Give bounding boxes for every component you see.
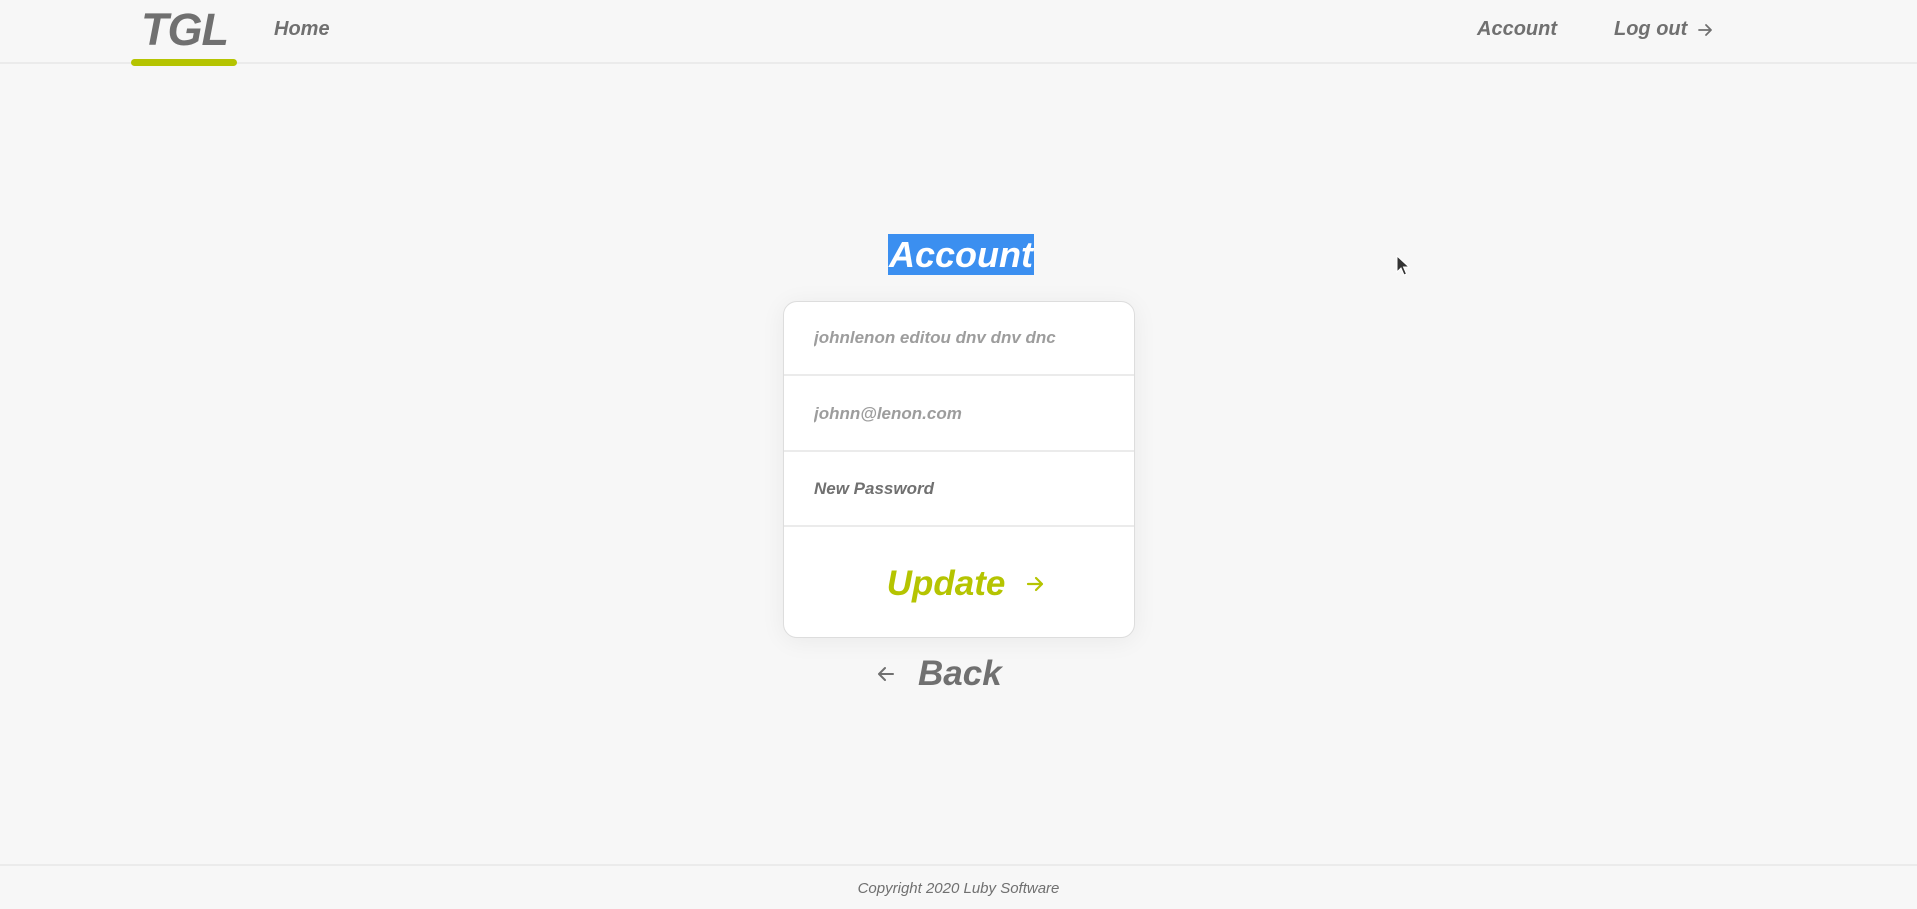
copyright-text: Copyright 2020 Luby Software bbox=[857, 880, 1060, 897]
name-input[interactable] bbox=[784, 302, 1134, 374]
name-field-container bbox=[784, 302, 1134, 376]
mouse-cursor-icon bbox=[1396, 255, 1410, 276]
top-navbar: TGL Home Account Log out bbox=[0, 0, 1917, 67]
back-button[interactable]: Back bbox=[876, 652, 1002, 696]
email-field-container bbox=[784, 378, 1134, 452]
page-title: Account bbox=[888, 234, 1034, 275]
email-input[interactable] bbox=[784, 378, 1134, 450]
new-password-input[interactable] bbox=[784, 453, 1134, 525]
logo-underline bbox=[131, 59, 237, 66]
update-button-label: Update bbox=[886, 563, 1006, 603]
nav-logout-label: Log out bbox=[1614, 18, 1688, 40]
footer: Copyright 2020 Luby Software bbox=[0, 864, 1917, 909]
nav-home-link[interactable]: Home bbox=[274, 18, 330, 41]
password-field-container bbox=[784, 453, 1134, 527]
arrow-right-icon bbox=[1027, 576, 1044, 591]
logo-text: TGL bbox=[141, 4, 229, 55]
nav-account-link[interactable]: Account bbox=[1477, 18, 1557, 41]
logo[interactable]: TGL bbox=[131, 0, 237, 67]
arrow-left-icon bbox=[878, 667, 894, 681]
update-button[interactable]: Update bbox=[784, 530, 1134, 637]
nav-logout-link[interactable]: Log out bbox=[1614, 18, 1713, 41]
back-button-label: Back bbox=[918, 654, 1002, 693]
account-form: Update bbox=[783, 301, 1135, 638]
arrow-right-icon bbox=[1698, 23, 1713, 36]
